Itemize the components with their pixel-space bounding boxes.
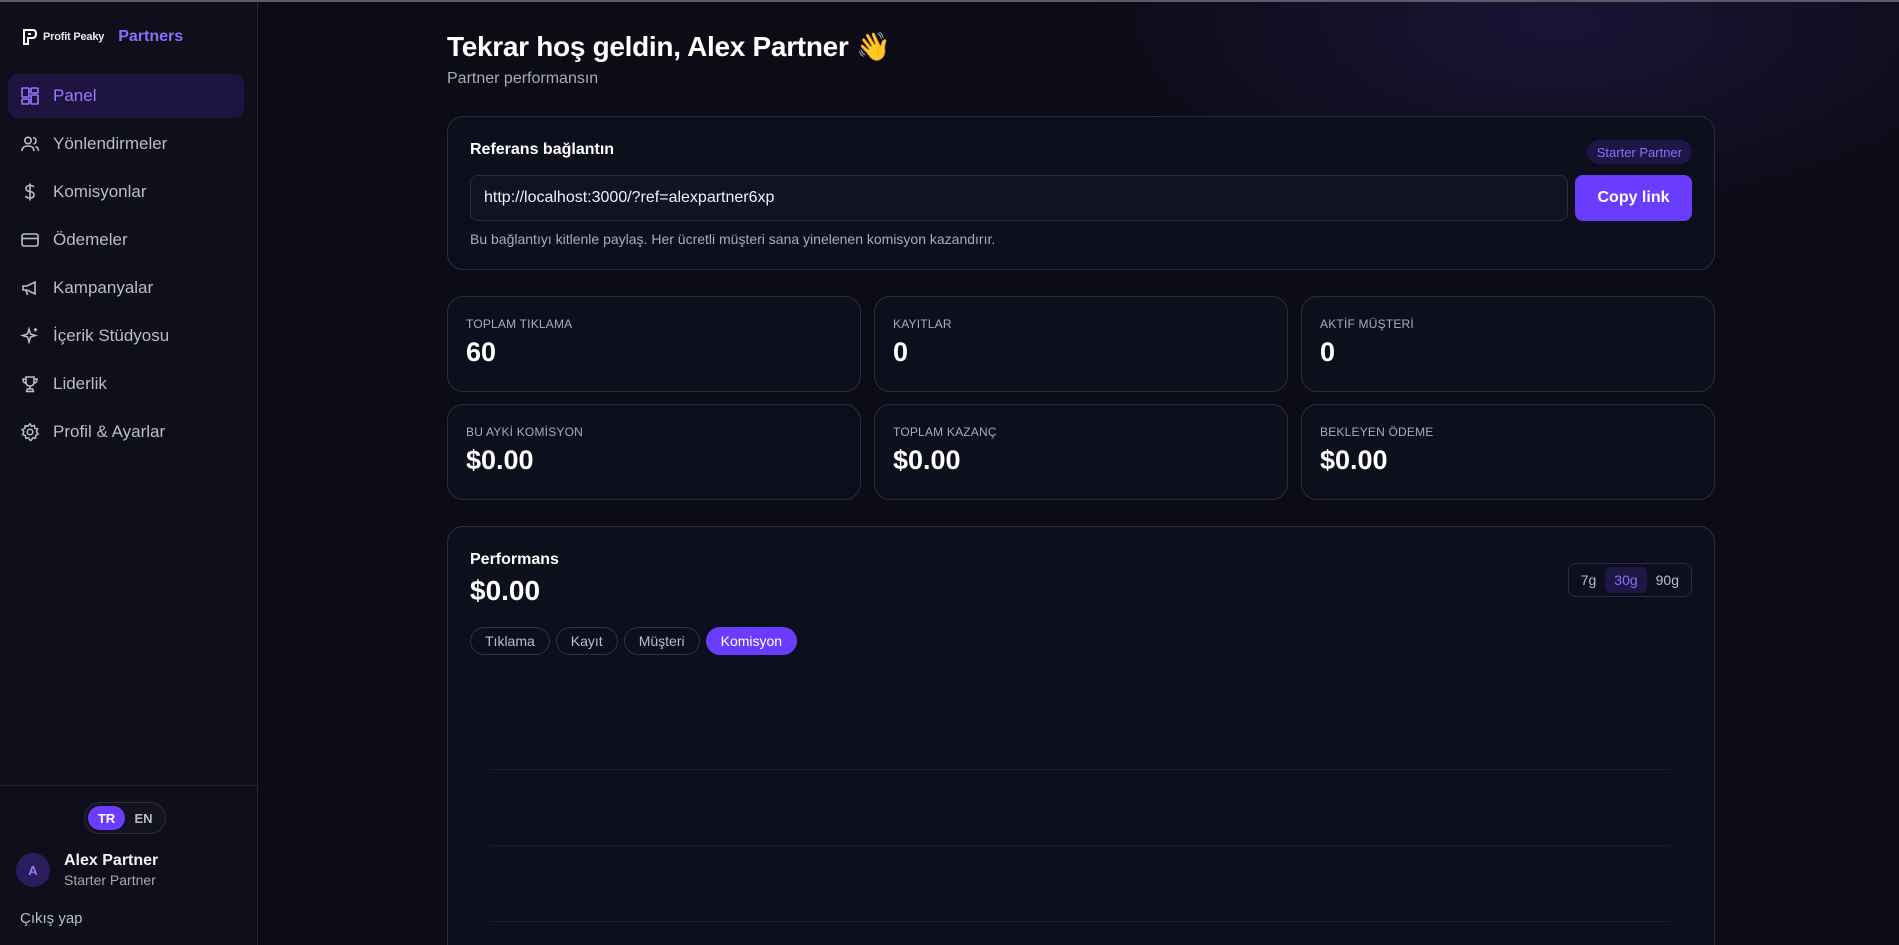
metric-tab-signups[interactable]: Kayıt xyxy=(555,627,618,655)
sidebar-item-komisyonlar[interactable]: Komisyonlar xyxy=(8,170,244,214)
chart-gridline xyxy=(490,769,1670,770)
brand-name: Profit Peaky xyxy=(43,31,105,43)
stat-label: TOPLAM KAZANÇ xyxy=(893,425,997,439)
referral-card: Referans bağlantın Starter Partner Copy … xyxy=(447,116,1715,270)
stat-value: $0.00 xyxy=(466,445,534,475)
user-profile[interactable]: A Alex Partner Starter Partner xyxy=(16,852,158,888)
sidebar-item-yonlendirmeler[interactable]: Yönlendirmeler xyxy=(8,122,244,166)
stat-label: BEKLEYEN ÖDEME xyxy=(1320,425,1434,439)
stat-value: 0 xyxy=(1320,337,1336,367)
brand-product: Partners xyxy=(118,28,184,45)
stat-card-active-customers: AKTİF MÜŞTERİ 0 xyxy=(1301,296,1715,392)
sidebar-item-label: İçerik Stüdyosu xyxy=(53,326,170,345)
referral-link-input[interactable] xyxy=(470,175,1568,221)
performance-title: Performans xyxy=(470,551,559,568)
referral-help-text: Bu bağlantıyı kitlenle paylaş. Her ücret… xyxy=(470,231,996,247)
sidebar: Profit Peaky Partners Panel Yönlendirmel… xyxy=(0,2,258,945)
sparkles-icon xyxy=(20,326,40,346)
chart-gridline xyxy=(490,921,1670,922)
language-switcher: TR EN xyxy=(84,802,166,834)
sidebar-item-label: Komisyonlar xyxy=(53,182,147,201)
stat-card-pending-payout: BEKLEYEN ÖDEME $0.00 xyxy=(1301,404,1715,500)
stat-value: 0 xyxy=(893,337,909,367)
performance-card: Performans $0.00 7g 30g 90g Tıklama Kayı… xyxy=(447,526,1715,945)
stat-card-total-clicks: TOPLAM TIKLAMA 60 xyxy=(447,296,861,392)
brand[interactable]: Profit Peaky Partners xyxy=(22,28,183,46)
page-title: Tekrar hoş geldin, Alex Partner 👋 xyxy=(447,31,891,62)
stat-label: AKTİF MÜŞTERİ xyxy=(1320,317,1414,331)
dollar-icon xyxy=(20,182,40,202)
range-selector: 7g 30g 90g xyxy=(1567,563,1692,597)
sidebar-item-label: Liderlik xyxy=(53,374,107,393)
metric-tab-commission[interactable]: Komisyon xyxy=(705,627,798,655)
page-subtitle: Partner performansın xyxy=(447,70,599,87)
language-option-tr[interactable]: TR xyxy=(88,806,125,830)
sidebar-item-profil-ayarlar[interactable]: Profil & Ayarlar xyxy=(8,410,244,454)
credit-card-icon xyxy=(20,230,40,250)
sidebar-item-icerik-studyosu[interactable]: İçerik Stüdyosu xyxy=(8,314,244,358)
sidebar-item-liderlik[interactable]: Liderlik xyxy=(8,362,244,406)
logout-link[interactable]: Çıkış yap xyxy=(20,910,83,927)
megaphone-icon xyxy=(20,278,40,298)
main-content: Tekrar hoş geldin, Alex Partner 👋 Partne… xyxy=(259,2,1899,945)
metric-tabs: Tıklama Kayıt Müşteri Komisyon xyxy=(470,627,798,655)
referral-title: Referans bağlantın xyxy=(470,141,615,158)
language-option-en[interactable]: EN xyxy=(125,806,162,830)
sidebar-item-label: Panel xyxy=(53,86,97,105)
stat-card-monthly-commission: BU AYKİ KOMİSYON $0.00 xyxy=(447,404,861,500)
copy-link-button[interactable]: Copy link xyxy=(1575,175,1692,221)
stat-value: $0.00 xyxy=(1320,445,1388,475)
stat-label: TOPLAM TIKLAMA xyxy=(466,317,573,331)
user-name: Alex Partner xyxy=(64,852,159,869)
sidebar-item-label: Ödemeler xyxy=(53,230,128,249)
stat-card-total-earnings: TOPLAM KAZANÇ $0.00 xyxy=(874,404,1288,500)
profit-peaky-logo-icon xyxy=(23,29,37,45)
sidebar-item-panel[interactable]: Panel xyxy=(8,74,244,118)
sidebar-item-kampanyalar[interactable]: Kampanyalar xyxy=(8,266,244,310)
range-option-30g[interactable]: 30g xyxy=(1605,567,1647,593)
range-option-7g[interactable]: 7g xyxy=(1572,567,1606,593)
user-plan: Starter Partner xyxy=(64,872,156,888)
sidebar-nav: Panel Yönlendirmeler Komisyonlar Ödemele… xyxy=(8,74,244,458)
dashboard-icon xyxy=(20,86,40,106)
stat-value: 60 xyxy=(466,337,497,367)
sidebar-item-label: Kampanyalar xyxy=(53,278,154,297)
sidebar-item-label: Yönlendirmeler xyxy=(53,134,168,153)
range-option-90g[interactable]: 90g xyxy=(1647,567,1688,593)
gear-icon xyxy=(20,422,40,442)
sidebar-item-odemeler[interactable]: Ödemeler xyxy=(8,218,244,262)
users-icon xyxy=(20,134,40,154)
performance-value: $0.00 xyxy=(470,575,541,606)
stat-card-signups: KAYITLAR 0 xyxy=(874,296,1288,392)
stat-value: $0.00 xyxy=(893,445,961,475)
metric-tab-customers[interactable]: Müşteri xyxy=(623,627,700,655)
trophy-icon xyxy=(20,374,40,394)
plan-badge: Starter Partner xyxy=(1586,140,1692,164)
sidebar-footer: TR EN A Alex Partner Starter Partner Çık… xyxy=(0,785,258,945)
metric-tab-clicks[interactable]: Tıklama xyxy=(470,627,550,655)
sidebar-item-label: Profil & Ayarlar xyxy=(53,422,166,441)
chart-gridline xyxy=(490,845,1670,846)
stat-label: KAYITLAR xyxy=(893,317,952,331)
avatar: A xyxy=(16,853,50,887)
stat-label: BU AYKİ KOMİSYON xyxy=(466,425,584,439)
